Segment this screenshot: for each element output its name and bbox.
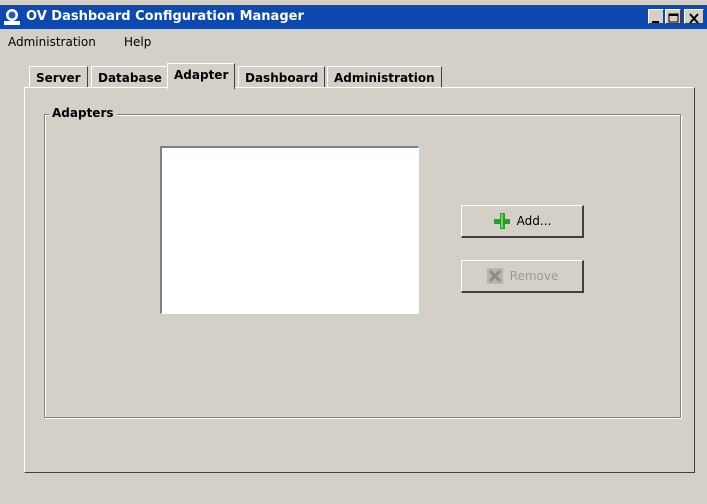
tab-dashboard[interactable]: Dashboard bbox=[238, 66, 326, 88]
menu-administration[interactable]: Administration bbox=[8, 35, 96, 49]
app-logo-icon bbox=[3, 8, 21, 26]
menu-bar: Administration Help bbox=[0, 31, 707, 53]
title-bar[interactable]: OV Dashboard Configuration Manager bbox=[0, 5, 707, 29]
remove-button-label: Remove bbox=[509, 269, 559, 283]
adapters-list[interactable] bbox=[160, 146, 419, 314]
menu-help[interactable]: Help bbox=[124, 35, 151, 49]
adapters-group-label: Adapters bbox=[49, 106, 117, 120]
adapter-tab-panel: Adapters Add... Remove bbox=[24, 87, 695, 473]
tab-database[interactable]: Database bbox=[91, 66, 169, 88]
main-window: OV Dashboard Configuration Manager Admin… bbox=[0, 0, 707, 504]
tab-administration[interactable]: Administration bbox=[327, 66, 442, 88]
window-title: OV Dashboard Configuration Manager bbox=[26, 9, 304, 24]
close-button[interactable] bbox=[684, 9, 704, 24]
maximize-button[interactable] bbox=[665, 9, 681, 24]
minimize-icon bbox=[652, 21, 659, 23]
tab-server[interactable]: Server bbox=[29, 66, 88, 88]
adapters-groupbox: Adapters Add... Remove bbox=[44, 106, 681, 418]
tab-adapter[interactable]: Adapter bbox=[167, 63, 236, 89]
remove-adapter-button[interactable]: Remove bbox=[461, 260, 584, 293]
close-icon bbox=[689, 13, 699, 24]
remove-x-icon bbox=[486, 268, 503, 284]
add-adapter-button[interactable]: Add... bbox=[461, 205, 584, 238]
minimize-button[interactable] bbox=[648, 9, 664, 24]
maximize-icon bbox=[668, 13, 679, 23]
plus-icon bbox=[493, 213, 510, 229]
add-button-label: Add... bbox=[516, 214, 552, 228]
